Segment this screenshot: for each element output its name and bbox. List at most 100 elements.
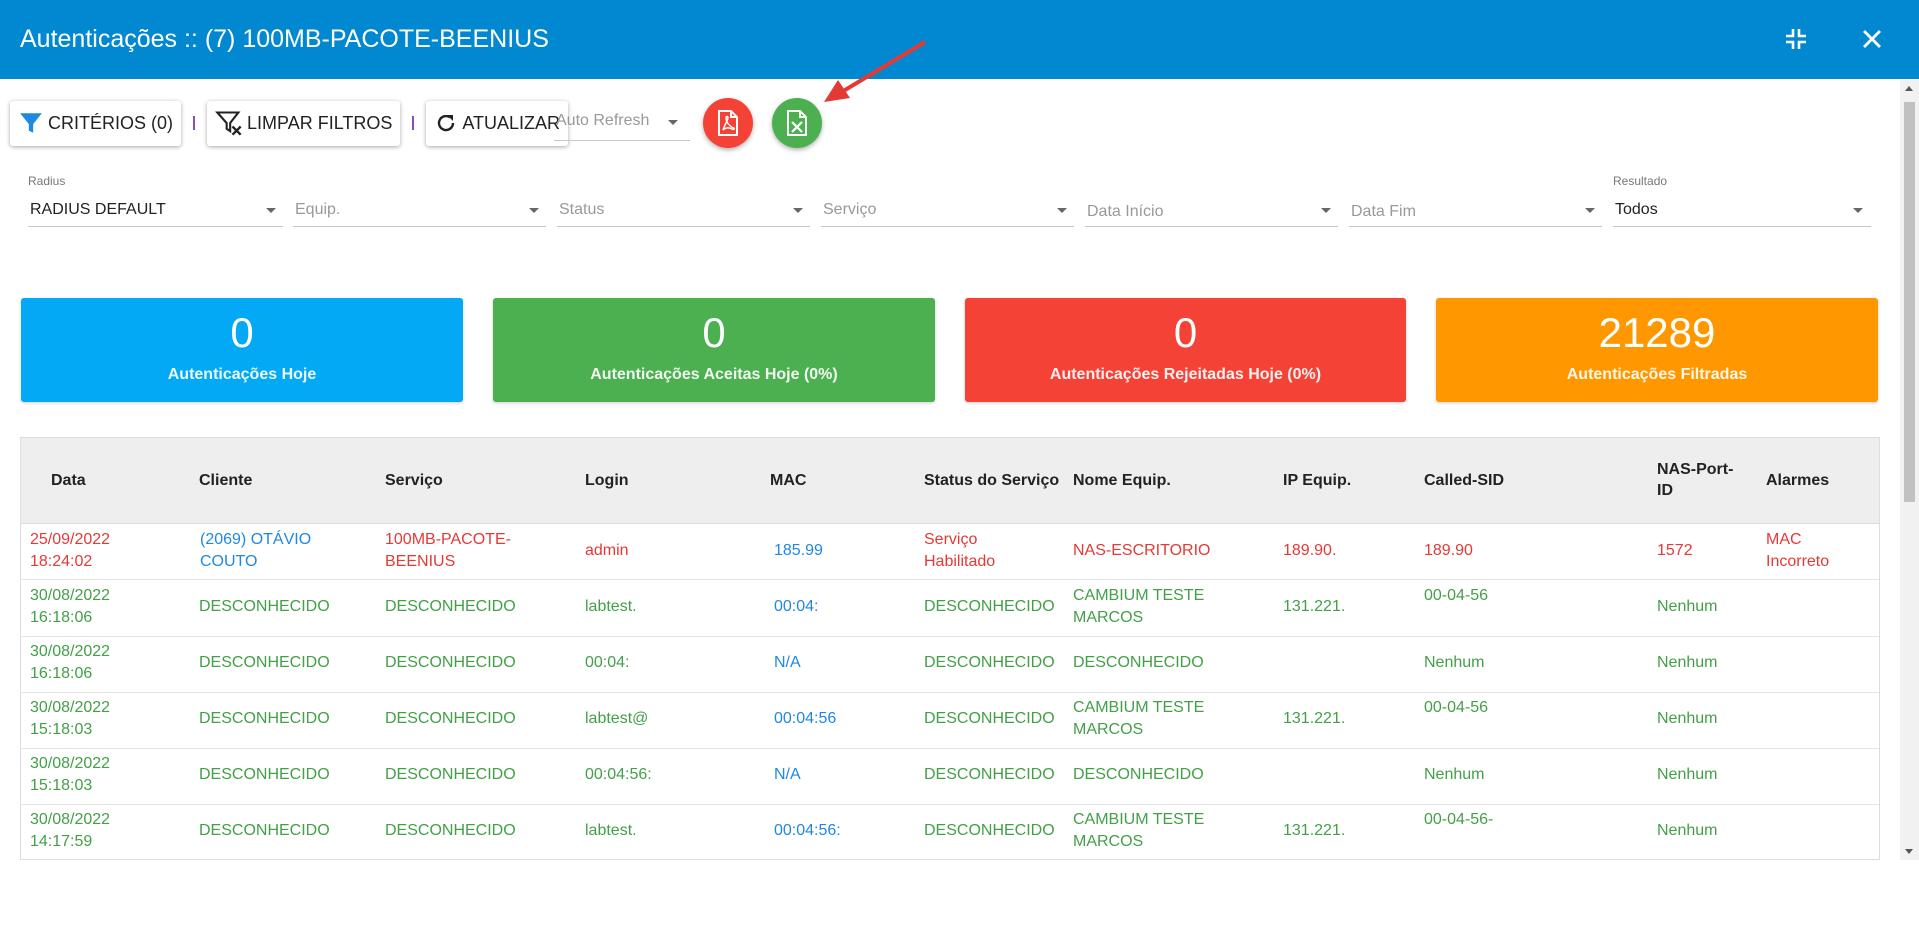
- chevron-down-icon: [1057, 208, 1067, 213]
- cell-servico: DESCONHECIDO: [385, 822, 516, 839]
- scroll-up-icon[interactable]: [1905, 86, 1913, 91]
- limpar-filtros-button[interactable]: LIMPAR FILTROS: [207, 100, 401, 146]
- cell-status: DESCONHECIDO: [924, 822, 1055, 839]
- radius-value: RADIUS DEFAULT: [30, 201, 166, 218]
- col-header-nome-equip[interactable]: Nome Equip.: [1073, 470, 1171, 491]
- resultado-value: Todos: [1615, 201, 1658, 218]
- col-header-data[interactable]: Data: [51, 470, 86, 491]
- cell-equip-line1: CAMBIUM TESTE: [1073, 699, 1205, 716]
- cell-data: 30/08/2022 16:18:06: [30, 641, 110, 685]
- export-excel-button[interactable]: [772, 98, 822, 148]
- equip-placeholder: Equip.: [295, 201, 341, 218]
- cell-cliente-line2: COUTO: [200, 553, 258, 570]
- cell-data: 30/08/2022 14:17:59: [30, 809, 110, 853]
- cell-nome-equip: CAMBIUM TESTE MARCOS: [1073, 809, 1204, 853]
- data-fim-select[interactable]: Data Fim: [1349, 174, 1602, 228]
- servico-placeholder: Serviço: [823, 201, 877, 218]
- criterios-button[interactable]: CRITÉRIOS (0): [10, 100, 182, 146]
- cell-servico: DESCONHECIDO: [385, 766, 516, 783]
- select-underline: [28, 226, 283, 227]
- servico-select[interactable]: Serviço: [821, 174, 1074, 228]
- table-row[interactable]: 30/08/2022 15:18:03 DESCONHECIDO DESCONHE…: [21, 693, 1879, 749]
- col-header-servico[interactable]: Serviço: [385, 470, 443, 491]
- cell-time: 15:18:03: [30, 777, 93, 794]
- filter-clear-icon: [215, 111, 242, 136]
- radius-select[interactable]: Radius RADIUS DEFAULT: [28, 174, 283, 228]
- scroll-thumb[interactable]: [1904, 102, 1915, 502]
- col-header-nas-port-line2: ID: [1657, 482, 1673, 499]
- col-header-status-servico[interactable]: Status do Serviço: [924, 470, 1059, 491]
- cell-date: 30/08/2022: [30, 587, 111, 604]
- autenticacoes-table: Data Cliente Serviço Login MAC Status do…: [20, 437, 1880, 860]
- card-autenticacoes-rejeitadas: 0 Autenticações Rejeitadas Hoje (0%): [965, 298, 1406, 402]
- cell-called-sid: 00-04-56: [1424, 699, 1489, 716]
- cell-date: 30/08/2022: [30, 643, 111, 660]
- col-header-mac[interactable]: MAC: [770, 470, 806, 491]
- table-row[interactable]: 30/08/2022 16:18:06 DESCONHECIDO DESCONHE…: [21, 581, 1879, 637]
- col-header-login[interactable]: Login: [585, 470, 629, 491]
- status-select[interactable]: Status: [557, 174, 810, 228]
- table-row[interactable]: 30/08/2022 15:18:03 DESCONHECIDO DESCONHE…: [21, 749, 1879, 805]
- chevron-down-icon: [1321, 208, 1331, 213]
- minimize-button[interactable]: [1779, 22, 1813, 56]
- export-pdf-button[interactable]: [703, 98, 753, 148]
- card-value: 0: [702, 309, 726, 356]
- cell-cliente: DESCONHECIDO: [199, 822, 330, 839]
- cell-cliente: DESCONHECIDO: [199, 766, 330, 783]
- equip-select[interactable]: Equip.: [293, 174, 546, 228]
- cell-mac-link[interactable]: 00:04:: [774, 596, 818, 618]
- atualizar-button[interactable]: ATUALIZAR: [426, 100, 569, 146]
- select-underline: [293, 226, 546, 227]
- cell-servico-line2: BEENIUS: [385, 553, 456, 570]
- cell-cliente-link[interactable]: (2069) OTÁVIO COUTO: [200, 529, 311, 573]
- cell-nas-port-id: Nenhum: [1657, 822, 1718, 839]
- arrow-annotation-icon: [824, 40, 927, 102]
- table-row[interactable]: 30/08/2022 16:18:06 DESCONHECIDO DESCONHE…: [21, 637, 1879, 693]
- cell-time: 16:18:06: [30, 665, 93, 682]
- cell-date: 30/08/2022: [30, 811, 111, 828]
- cell-mac-link[interactable]: N/A: [774, 764, 801, 786]
- auto-refresh-placeholder: Auto Refresh: [556, 112, 650, 129]
- cell-mac-link[interactable]: 00:04:56: [774, 708, 836, 730]
- col-header-nas-port-line1: NAS-Port-: [1657, 461, 1734, 478]
- header-actions: [1779, 22, 1889, 56]
- data-inicio-select[interactable]: Data Início: [1085, 174, 1338, 228]
- cell-equip-line2: MARCOS: [1073, 721, 1144, 738]
- data-fim-placeholder: Data Fim: [1351, 203, 1416, 220]
- cell-equip-line2: MARCOS: [1073, 609, 1144, 626]
- col-header-alarmes[interactable]: Alarmes: [1766, 470, 1829, 491]
- toolbar-separator: [412, 116, 415, 130]
- col-header-ip-equip[interactable]: IP Equip.: [1283, 470, 1351, 491]
- cell-servico: 100MB-PACOTE- BEENIUS: [385, 529, 511, 573]
- cell-mac-link[interactable]: N/A: [774, 652, 801, 674]
- data-inicio-placeholder: Data Início: [1087, 203, 1164, 220]
- cell-nas-port-id: Nenhum: [1657, 710, 1718, 727]
- cell-status: DESCONHECIDO: [924, 598, 1055, 615]
- auto-refresh-select[interactable]: Auto Refresh: [554, 108, 690, 141]
- chevron-down-icon: [1853, 208, 1863, 213]
- cell-equip-line2: MARCOS: [1073, 833, 1144, 850]
- cell-nas-port-id: Nenhum: [1657, 598, 1718, 615]
- cell-mac-link[interactable]: 00:04:56:: [774, 820, 841, 842]
- filter-icon: [20, 113, 42, 133]
- cell-status-line2: Habilitado: [924, 553, 996, 570]
- col-header-called-sid[interactable]: Called-SID: [1424, 470, 1504, 491]
- scroll-down-icon[interactable]: [1905, 849, 1913, 854]
- cell-servico: DESCONHECIDO: [385, 710, 516, 727]
- cell-mac-link[interactable]: 185.99: [774, 540, 823, 562]
- toolbar-separator: [193, 116, 196, 130]
- cell-login: labtest@: [585, 710, 649, 727]
- close-button[interactable]: [1855, 22, 1889, 56]
- card-value: 0: [230, 309, 254, 356]
- cell-date: 30/08/2022: [30, 755, 111, 772]
- dialog-title: Autenticações :: (7) 100MB-PACOTE-BEENIU…: [20, 25, 549, 53]
- table-row[interactable]: 25/09/2022 18:24:02 (2069) OTÁVIO COUTO 10…: [21, 524, 1879, 580]
- cell-called-sid: 00-04-56: [1424, 587, 1489, 604]
- card-autenticacoes-hoje: 0 Autenticações Hoje: [21, 298, 463, 402]
- table-row[interactable]: 30/08/2022 14:17:59 DESCONHECIDO DESCONHE…: [21, 805, 1879, 859]
- resultado-select[interactable]: Resultado Todos: [1613, 174, 1871, 228]
- col-header-cliente[interactable]: Cliente: [199, 470, 252, 491]
- compress-icon: [1786, 29, 1806, 49]
- col-header-nas-port-id[interactable]: NAS-Port- ID: [1657, 459, 1733, 501]
- vertical-scrollbar[interactable]: [1900, 80, 1919, 860]
